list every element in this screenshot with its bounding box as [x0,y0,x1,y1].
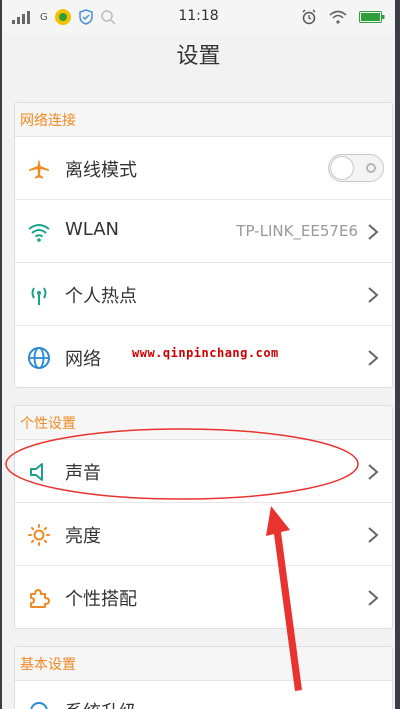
chevron-right-icon [368,287,379,303]
puzzle-icon [30,589,50,608]
section-basic: 基本设置 系统升级 [14,646,393,709]
setting-row-wlan[interactable]: WLAN TP-LINK_EE57E6 [15,200,392,263]
setting-label: 亮度 [65,526,101,547]
wifi-icon [28,224,50,242]
setting-label: 个人热点 [65,286,137,307]
airplane-mode-toggle[interactable] [328,154,384,182]
section-header: 个性设置 [15,406,392,440]
wlan-network-name: TP-LINK_EE57E6 [236,222,358,240]
section-title: 基本设置 [20,657,76,673]
chevron-right-icon [368,590,379,606]
setting-row-airplane-mode[interactable]: 离线模式 [15,137,392,200]
settings-screen: G 11:18 设置 网络连接 离线模式 WLAN TP-LINK_EE57E6… [2,0,395,709]
toggle-knob [330,156,354,180]
chevron-right-icon [368,464,379,480]
speaker-icon [30,463,43,481]
setting-row-brightness[interactable]: 亮度 [15,503,392,566]
hotspot-icon [31,287,47,305]
status-right [301,9,385,25]
brightness-icon [28,524,50,546]
battery-icon [359,11,385,23]
chevron-right-icon [368,350,379,366]
setting-row-hotspot[interactable]: 个人热点 [15,263,392,326]
setting-row-sound[interactable]: 声音 [15,440,392,503]
section-personalization: 个性设置 声音 亮度 个性搭配 [14,405,393,629]
setting-row-theme[interactable]: 个性搭配 [15,566,392,628]
setting-label: 声音 [65,463,101,484]
setting-label: 网络 [65,349,101,370]
status-bar: G 11:18 [2,0,395,34]
globe-icon [28,347,50,369]
system-icon [30,702,48,709]
section-header: 基本设置 [15,647,392,681]
chevron-right-icon [368,224,379,240]
toggle-off-indicator [366,163,376,173]
setting-label: WLAN [65,219,120,240]
setting-label: 离线模式 [65,160,137,181]
section-header: 网络连接 [15,103,392,137]
section-title: 个性设置 [20,416,76,432]
setting-label: 系统升级 [65,698,137,709]
wifi-status-icon [329,10,347,24]
alarm-icon [302,9,316,25]
watermark: www.qinpinchang.com [132,346,279,360]
airplane-icon [29,159,49,179]
section-title: 网络连接 [20,113,76,129]
chevron-right-icon [368,527,379,543]
setting-label: 个性搭配 [65,589,137,610]
page-title: 设置 [176,44,221,69]
setting-row-system-update[interactable]: 系统升级 [15,681,392,709]
